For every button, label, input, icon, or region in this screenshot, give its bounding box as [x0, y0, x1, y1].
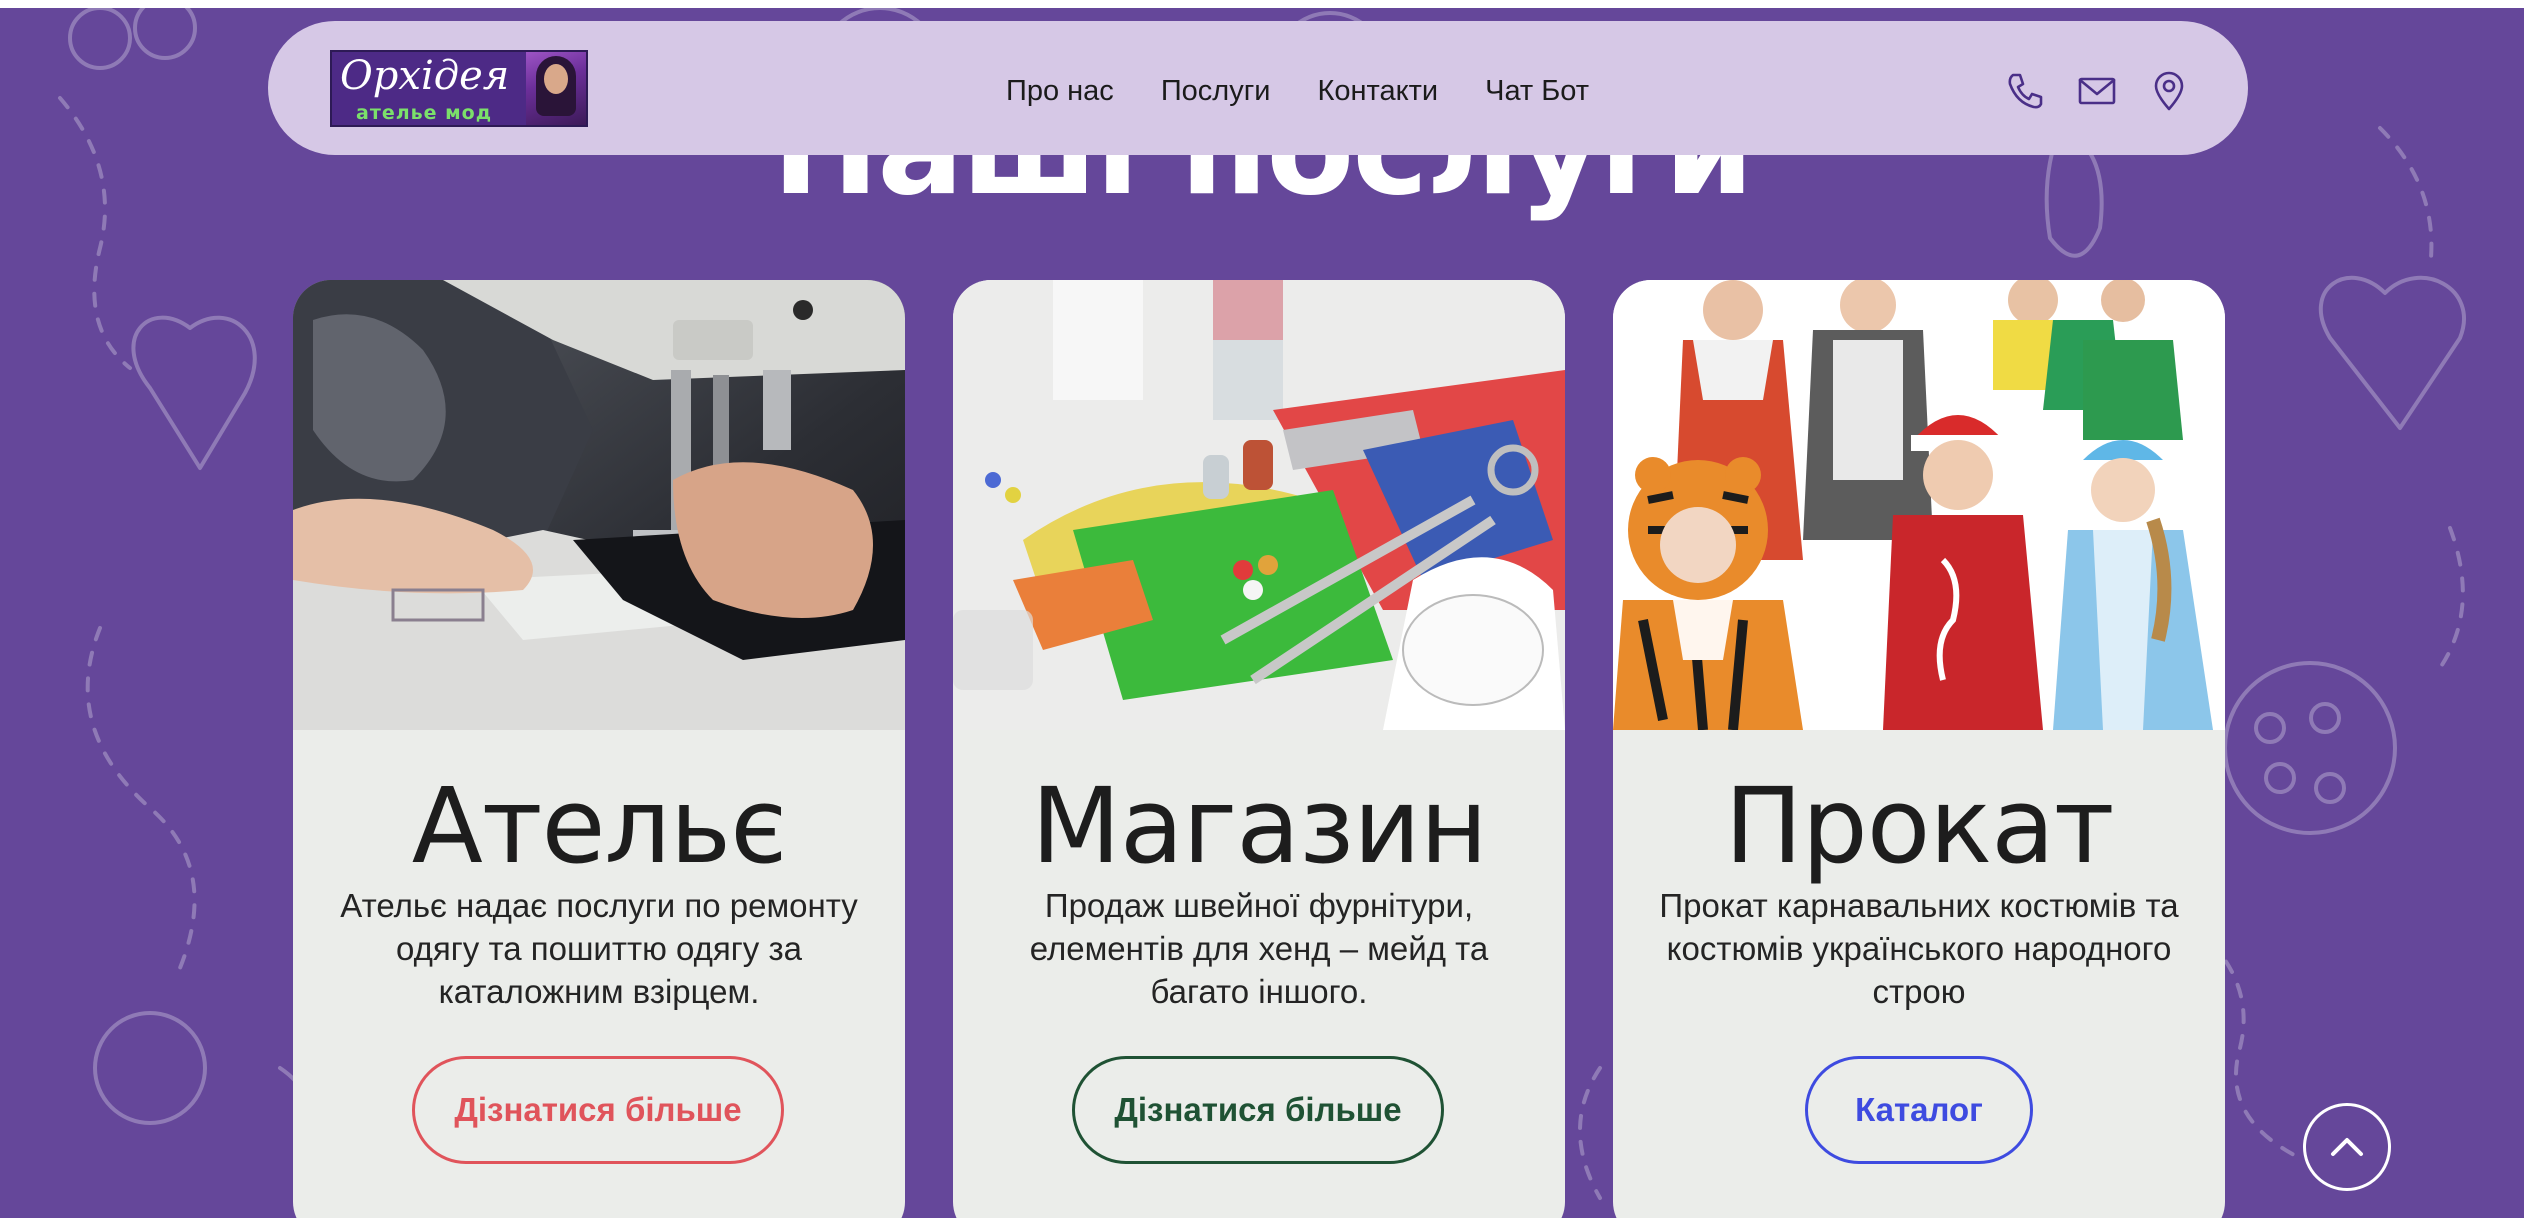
logo-portrait-image — [526, 52, 586, 125]
map-pin-icon[interactable] — [2147, 69, 2191, 113]
services-section: Наші послуги Орхідея ателье мод Про нас … — [0, 8, 2524, 1218]
header-contact-icons — [2003, 69, 2219, 113]
scroll-to-top-button[interactable] — [2303, 1103, 2391, 1191]
sewing-machine-photo — [293, 280, 905, 730]
service-card-atelier: Ательє Ательє надає послуги по ремонту о… — [293, 280, 905, 1218]
kids-costumes-photo — [1613, 280, 2225, 730]
sewing-supplies-photo — [953, 280, 1565, 730]
learn-more-button[interactable]: Дізнатися більше — [412, 1056, 784, 1164]
catalog-button[interactable]: Каталог — [1805, 1056, 2033, 1164]
logo-text: Орхідея — [340, 53, 510, 99]
card-title: Ательє — [411, 765, 788, 887]
nav-item-contacts[interactable]: Контакти — [1317, 71, 1438, 111]
mail-icon[interactable] — [2075, 69, 2119, 113]
service-card-rental: Прокат Прокат карнавальних костюмів та к… — [1613, 280, 2225, 1218]
phone-icon[interactable] — [2003, 69, 2047, 113]
chevron-up-icon — [2331, 1138, 2363, 1156]
nav-item-about[interactable]: Про нас — [1006, 71, 1114, 111]
card-title: Прокат — [1724, 765, 2115, 887]
site-logo[interactable]: Орхідея ателье мод — [330, 50, 588, 127]
card-description: Прокат карнавальних костюмів та костюмів… — [1659, 887, 2179, 1010]
main-nav: Про нас Послуги Контакти Чат Бот — [1006, 71, 1636, 111]
nav-item-services[interactable]: Послуги — [1161, 71, 1271, 111]
learn-more-button[interactable]: Дізнатися більше — [1072, 1056, 1444, 1164]
site-header: Орхідея ателье мод Про нас Послуги Конта… — [268, 21, 2248, 155]
card-description: Ательє надає послуги по ремонту одягу та… — [340, 887, 858, 1010]
card-title: Магазин — [1031, 765, 1488, 887]
service-card-shop: Магазин Продаж швейної фурнітури, елемен… — [953, 280, 1565, 1218]
logo-subtext: ателье мод — [356, 102, 493, 124]
card-description: Продаж швейної фурнітури, елементів для … — [1029, 887, 1489, 1010]
nav-item-chatbot[interactable]: Чат Бот — [1485, 71, 1589, 111]
